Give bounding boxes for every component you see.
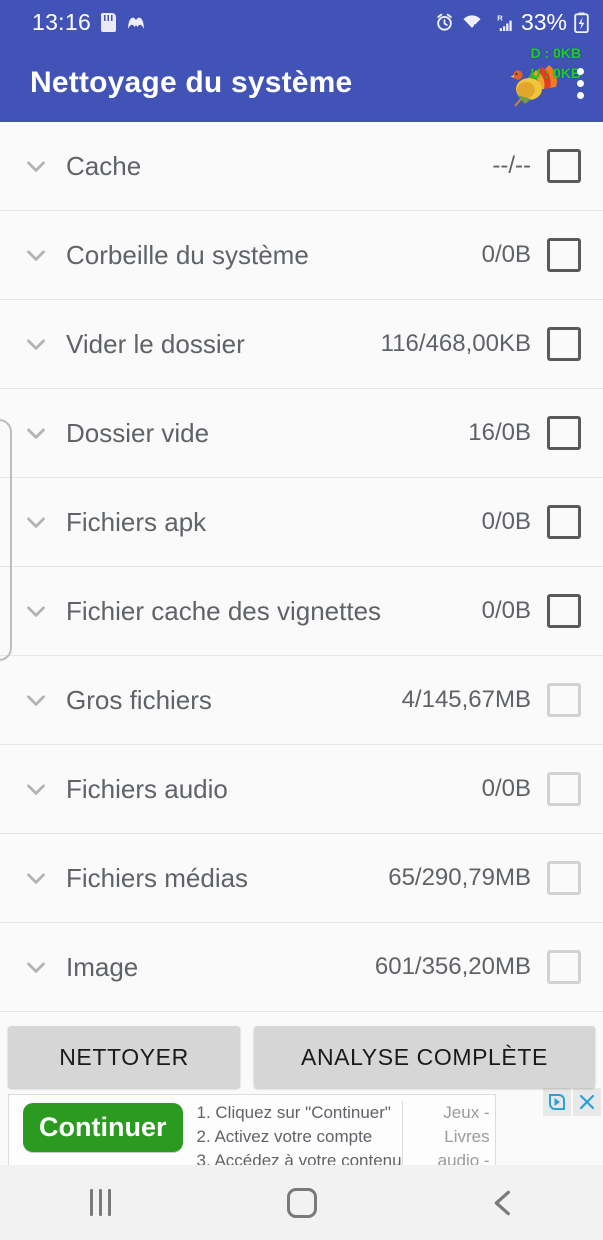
- sd-card-icon: [101, 12, 117, 32]
- ad-category: Livres: [444, 1127, 490, 1147]
- list-item-label: Corbeille du système: [66, 239, 309, 270]
- list-item-label: Fichiers audio: [66, 773, 228, 804]
- action-bar: NETTOYER ANALYSE COMPLÈTE: [0, 1026, 603, 1088]
- list-item-size: 0/0B: [481, 508, 531, 535]
- chevron-down-icon[interactable]: [16, 952, 56, 982]
- recents-bar: [90, 1189, 93, 1216]
- battery-charging-icon: [574, 12, 589, 33]
- full-scan-button[interactable]: ANALYSE COMPLÈTE: [254, 1026, 595, 1088]
- system-nav-bar: [0, 1165, 603, 1240]
- ad-card[interactable]: Continuer 1. Cliquez sur "Continuer" 2. …: [8, 1094, 496, 1165]
- svg-text:R: R: [497, 13, 503, 22]
- recents-bar: [99, 1189, 102, 1216]
- status-bar: 13:16 R 33%: [0, 0, 603, 44]
- ad-line: 2. Activez votre compte: [196, 1127, 373, 1147]
- list-item-size: 0/0B: [481, 597, 531, 624]
- chevron-down-icon[interactable]: [16, 507, 56, 537]
- list-item-checkbox[interactable]: [547, 327, 581, 361]
- alarm-icon: [435, 13, 454, 32]
- malwarebytes-icon: [126, 13, 146, 32]
- home-square: [286, 1187, 317, 1218]
- list-item-checkbox[interactable]: [547, 238, 581, 272]
- turkey-icon[interactable]: [509, 59, 563, 107]
- ad-controls: [543, 1088, 601, 1116]
- list-item[interactable]: Fichier cache des vignettes 0/0B: [0, 567, 603, 656]
- list-item-label: Gros fichiers: [66, 684, 212, 715]
- list-item-checkbox[interactable]: [547, 772, 581, 806]
- ad-category: Jeux -: [443, 1103, 490, 1122]
- list-item-size: 16/0B: [468, 419, 531, 446]
- chevron-down-icon[interactable]: [16, 329, 56, 359]
- list-item-checkbox[interactable]: [547, 861, 581, 895]
- ad-categories: Jeux - Livres audio - Musiques: [401, 1101, 495, 1165]
- list-item[interactable]: Fichiers audio 0/0B: [0, 745, 603, 834]
- back-icon[interactable]: [443, 1165, 563, 1240]
- list-item-checkbox[interactable]: [547, 594, 581, 628]
- status-bar-right: R 33%: [435, 9, 589, 36]
- phone-screen: 13:16 R 33% Nettoyage du système D: 0KB…: [0, 0, 603, 1240]
- list-item-size: --/--: [492, 152, 531, 179]
- kebab-dot: [576, 79, 584, 87]
- list-item[interactable]: Image 601/356,20MB: [0, 923, 603, 1012]
- status-bar-left: 13:16: [32, 9, 146, 36]
- chevron-down-icon[interactable]: [16, 240, 56, 270]
- wifi-icon: [461, 13, 483, 31]
- list-item-size: 0/0B: [481, 241, 531, 268]
- home-icon[interactable]: [242, 1165, 362, 1240]
- list-item-label: Image: [66, 951, 139, 982]
- list-item-label: Fichiers médias: [66, 862, 249, 893]
- list-item[interactable]: Cache --/--: [0, 122, 603, 211]
- list-item-size: 65/290,79MB: [388, 864, 531, 891]
- ad-banner[interactable]: Continuer 1. Cliquez sur "Continuer" 2. …: [0, 1088, 603, 1165]
- list-item-label: Fichier cache des vignettes: [66, 595, 382, 626]
- chevron-down-icon[interactable]: [16, 774, 56, 804]
- list-item-label: Cache: [66, 150, 142, 181]
- close-icon[interactable]: [573, 1088, 601, 1116]
- list-item[interactable]: Corbeille du système 0/0B: [0, 211, 603, 300]
- ad-line: 1. Cliquez sur "Continuer": [196, 1103, 391, 1122]
- kebab-dot: [576, 67, 584, 75]
- chevron-down-icon[interactable]: [16, 151, 56, 181]
- ad-category: audio -: [437, 1151, 490, 1165]
- chevron-down-icon[interactable]: [16, 596, 56, 626]
- list-item[interactable]: Fichiers médias 65/290,79MB: [0, 834, 603, 923]
- list-item-label: Vider le dossier: [66, 328, 245, 359]
- clean-button[interactable]: NETTOYER: [8, 1026, 240, 1088]
- app-bar: Nettoyage du système D : 0KB U: 0KB: [0, 44, 603, 122]
- list-item[interactable]: Dossier vide 16/0B: [0, 389, 603, 478]
- ad-line: 3. Accédez à votre contenu: [196, 1151, 402, 1165]
- status-time: 13:16: [32, 8, 92, 35]
- list-item-size: 116/468,00KB: [380, 330, 531, 357]
- adchoices-icon[interactable]: [543, 1088, 571, 1116]
- kebab-dot: [576, 91, 584, 99]
- list-item-checkbox[interactable]: [547, 149, 581, 183]
- list-item[interactable]: Fichiers apk 0/0B: [0, 478, 603, 567]
- ad-cta-button[interactable]: Continuer: [23, 1103, 183, 1152]
- list-item-checkbox[interactable]: [547, 950, 581, 984]
- chevron-down-icon[interactable]: [16, 418, 56, 448]
- list-item[interactable]: Vider le dossier 116/468,00KB: [0, 300, 603, 389]
- chevron-down-icon[interactable]: [16, 863, 56, 893]
- list-item-size: 601/356,20MB: [374, 953, 531, 980]
- list-item-label: Dossier vide: [66, 417, 210, 448]
- list-item-checkbox[interactable]: [547, 683, 581, 717]
- list-item-size: 0/0B: [481, 775, 531, 802]
- recents-icon[interactable]: [41, 1165, 161, 1240]
- battery-percent: 33%: [520, 8, 567, 35]
- list-item-checkbox[interactable]: [547, 416, 581, 450]
- ad-text-lines: 1. Cliquez sur "Continuer" 2. Activez vo…: [197, 1101, 402, 1165]
- list-item-label: Fichiers apk: [66, 506, 207, 537]
- list-item[interactable]: Gros fichiers 4/145,67MB: [0, 656, 603, 745]
- signal-roaming-icon: R: [490, 13, 514, 32]
- chevron-down-icon[interactable]: [16, 685, 56, 715]
- page-title: Nettoyage du système: [30, 66, 353, 99]
- kebab-menu-icon[interactable]: [567, 67, 589, 99]
- app-bar-actions: D : 0KB U : 0KB: [509, 45, 589, 107]
- recents-bar: [108, 1189, 111, 1216]
- list-item-size: 4/145,67MB: [401, 686, 531, 713]
- list-item-checkbox[interactable]: [547, 505, 581, 539]
